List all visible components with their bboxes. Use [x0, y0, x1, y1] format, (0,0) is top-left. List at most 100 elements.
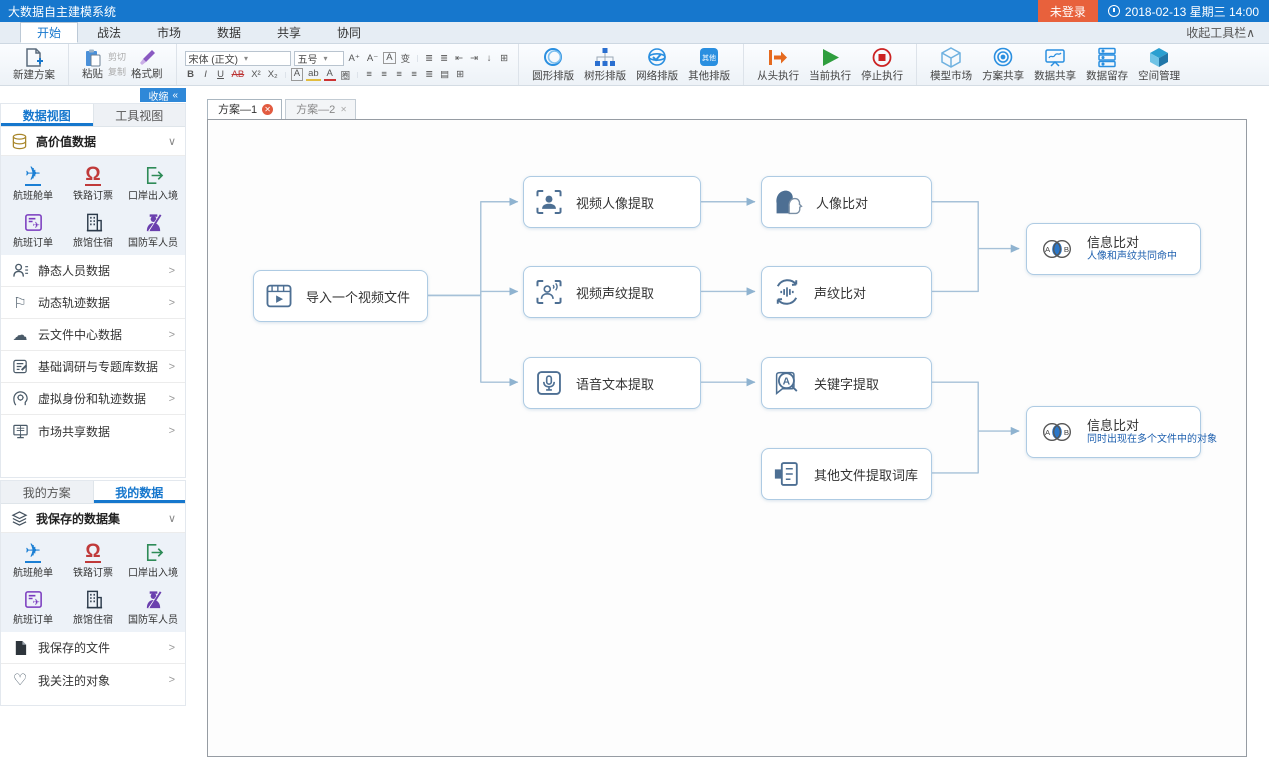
close-tab-icon[interactable]: ✕: [340, 105, 347, 114]
sidebar-item-cloud-file-data[interactable]: ☁ 云文件中心数据 >: [1, 319, 185, 351]
section-high-value-data[interactable]: 高价值数据 ∨: [1, 127, 185, 156]
node-info-compare-multi-file[interactable]: AB 信息比对 同时出现在多个文件中的对象: [1026, 406, 1201, 458]
tab-tool-view[interactable]: 工具视图: [94, 104, 186, 126]
node-info-compare-face-voice[interactable]: AB 信息比对 人像和声纹共同命中: [1026, 223, 1201, 275]
strikethrough-button[interactable]: AB: [230, 69, 247, 80]
bold-button[interactable]: B: [185, 69, 197, 80]
paste-button[interactable]: 粘贴: [77, 48, 108, 81]
node-keyword-extract[interactable]: A 关键字提取: [761, 357, 932, 409]
run-from-start-button[interactable]: 从头执行: [752, 46, 804, 83]
font-name-select[interactable]: 宋体 (正文)▾: [185, 51, 291, 66]
flow-canvas[interactable]: 导入一个视频文件 视频人像提取 视频声纹提取 语音文: [207, 119, 1247, 757]
align-left-button[interactable]: ≡: [363, 69, 375, 80]
dataset-hotel-stay[interactable]: 旅馆住宿: [63, 584, 123, 628]
font-color-button[interactable]: A: [324, 68, 336, 81]
sidebar-collapse-button[interactable]: 收缩 «: [140, 88, 186, 102]
data-share-button[interactable]: 数据共享: [1029, 46, 1081, 83]
plan-tab-bar: 方案—1 ✕ 方案—2 ✕: [207, 101, 1247, 119]
menu-tab-share[interactable]: 共享: [260, 22, 318, 43]
grow-font-button[interactable]: A⁺: [347, 53, 362, 64]
menu-tab-market[interactable]: 市场: [140, 22, 198, 43]
superscript-button[interactable]: X²: [249, 69, 263, 80]
tab-data-view[interactable]: 数据视图: [1, 104, 94, 126]
menu-tab-tactics[interactable]: 战法: [80, 22, 138, 43]
menu-tab-data[interactable]: 数据: [200, 22, 258, 43]
node-voiceprint-compare[interactable]: 声纹比对: [761, 266, 932, 318]
plan-tab-2[interactable]: 方案—2 ✕: [285, 99, 356, 119]
dataset-border-entry[interactable]: 口岸出入境: [123, 537, 183, 581]
dataset-hotel-stay[interactable]: 旅馆住宿: [63, 207, 123, 251]
node-face-compare[interactable]: 人像比对: [761, 176, 932, 228]
format-painter-button[interactable]: 格式刷: [126, 48, 168, 81]
sidebar-item-research-topic-data[interactable]: 基础调研与专题库数据 >: [1, 351, 185, 383]
char-frame-button[interactable]: A: [291, 68, 303, 80]
node-video-face-extract[interactable]: 视频人像提取: [523, 176, 701, 228]
font-size-select[interactable]: 五号▾: [294, 51, 344, 66]
dataset-flight-order[interactable]: ✈ 航班订单: [3, 584, 63, 628]
menu-tab-start[interactable]: 开始: [20, 22, 78, 43]
shading-button[interactable]: ▤: [438, 69, 451, 80]
voiceprint-compare-icon: [772, 277, 802, 307]
tab-my-plans[interactable]: 我的方案: [1, 481, 94, 503]
circle-layout-button[interactable]: 圆形排版: [527, 46, 579, 83]
stop-run-button[interactable]: 停止执行: [856, 46, 908, 83]
align-center-button[interactable]: ≡: [378, 69, 390, 80]
highlight-color-button[interactable]: ab: [306, 68, 321, 81]
tab-my-data[interactable]: 我的数据: [94, 481, 186, 503]
space-manage-button[interactable]: 空间管理: [1133, 46, 1185, 83]
tree-layout-button[interactable]: 树形排版: [579, 46, 631, 83]
outdent-button[interactable]: ⇤: [453, 53, 465, 64]
borders-button[interactable]: ⊞: [454, 69, 466, 80]
insert-table-button[interactable]: ⊞: [498, 53, 510, 64]
plan-share-button[interactable]: 方案共享: [977, 46, 1029, 83]
align-right-button[interactable]: ≡: [393, 69, 405, 80]
collapse-toolbar-button[interactable]: 收起工具栏∧: [1186, 24, 1255, 41]
sidebar-item-market-shared-data[interactable]: 市场共享数据 >: [1, 415, 185, 447]
phonetic-guide-button[interactable]: 变: [399, 51, 413, 65]
sidebar-item-static-person-data[interactable]: 静态人员数据 >: [1, 255, 185, 287]
sort-button[interactable]: ↓: [483, 53, 495, 64]
dataset-flight-manifest[interactable]: ✈ 航班舱单: [3, 537, 63, 581]
svg-text:A: A: [1045, 428, 1051, 437]
cut-button[interactable]: 剪切: [108, 51, 126, 64]
numbered-list-button[interactable]: ≣: [438, 53, 450, 64]
dataset-flight-order[interactable]: ✈ 航班订单: [3, 207, 63, 251]
section-saved-datasets[interactable]: 我保存的数据集 ∨: [1, 504, 185, 533]
run-current-button[interactable]: 当前执行: [804, 46, 856, 83]
node-import-video-file[interactable]: 导入一个视频文件: [253, 270, 428, 322]
node-video-voiceprint-extract[interactable]: 视频声纹提取: [523, 266, 701, 318]
bullet-list-button[interactable]: ≣: [423, 53, 435, 64]
justify-button[interactable]: ≡: [408, 69, 420, 80]
login-status-badge[interactable]: 未登录: [1038, 0, 1098, 22]
new-plan-button[interactable]: 新建方案: [8, 47, 60, 82]
dataset-military-personnel[interactable]: 国防军人员: [123, 584, 183, 628]
dataset-flight-manifest[interactable]: ✈ 航班舱单: [3, 160, 63, 204]
indent-button[interactable]: ⇥: [468, 53, 480, 64]
model-market-button[interactable]: 模型市场: [925, 46, 977, 83]
italic-button[interactable]: I: [200, 69, 212, 80]
sidebar-item-my-followed-objects[interactable]: ♡ 我关注的对象 >: [1, 664, 185, 696]
char-shading-button[interactable]: 圈: [339, 68, 353, 82]
sidebar-item-my-saved-files[interactable]: 我保存的文件 >: [1, 632, 185, 664]
close-tab-icon[interactable]: ✕: [262, 104, 273, 115]
dataset-rail-ticket[interactable]: Ω 铁路订票: [63, 160, 123, 204]
copy-button[interactable]: 复制: [108, 66, 126, 79]
data-retention-button[interactable]: 数据留存: [1081, 46, 1133, 83]
shrink-font-button[interactable]: A⁻: [365, 53, 380, 64]
underline-button[interactable]: U: [215, 69, 227, 80]
dataset-border-entry[interactable]: 口岸出入境: [123, 160, 183, 204]
char-border-button[interactable]: A: [383, 52, 395, 64]
network-layout-icon: [645, 46, 669, 70]
menu-tab-collab[interactable]: 协同: [320, 22, 378, 43]
line-spacing-button[interactable]: ≣: [423, 69, 435, 80]
other-layout-button[interactable]: 其他 其他排版: [683, 46, 735, 83]
sidebar-item-virtual-identity-data[interactable]: 虚拟身份和轨迹数据 >: [1, 383, 185, 415]
node-speech-text-extract[interactable]: 语音文本提取: [523, 357, 701, 409]
node-other-files-lexicon[interactable]: 其他文件提取词库: [761, 448, 932, 500]
plan-tab-1[interactable]: 方案—1 ✕: [207, 99, 282, 119]
network-layout-button[interactable]: 网络排版: [631, 46, 683, 83]
subscript-button[interactable]: X₂: [266, 69, 280, 80]
dataset-military-personnel[interactable]: 国防军人员: [123, 207, 183, 251]
dataset-rail-ticket[interactable]: Ω 铁路订票: [63, 537, 123, 581]
sidebar-item-dynamic-track-data[interactable]: ⚐ 动态轨迹数据 >: [1, 287, 185, 319]
